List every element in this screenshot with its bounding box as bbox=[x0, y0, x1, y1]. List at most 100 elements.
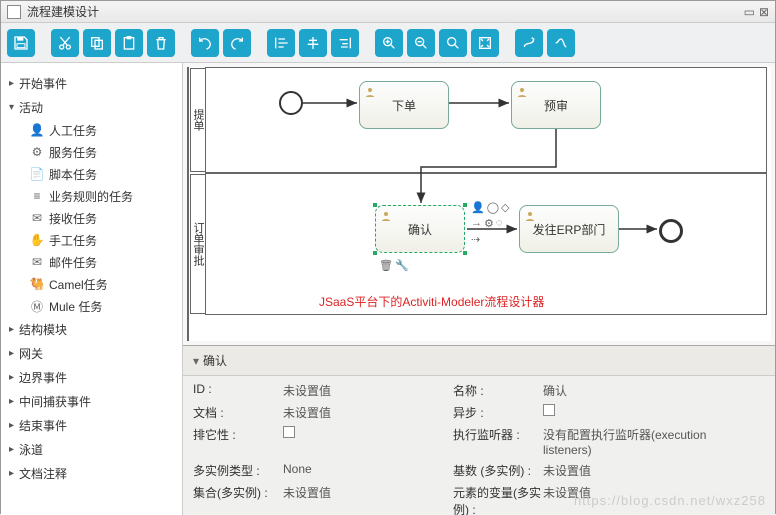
mail-icon: ✉ bbox=[29, 211, 45, 225]
save-button[interactable] bbox=[7, 29, 35, 57]
item-rule-task[interactable]: ≡业务规则的任务 bbox=[1, 185, 182, 207]
hand-icon: ✋ bbox=[29, 233, 45, 247]
group-catching[interactable]: ▸中间捕获事件 bbox=[1, 389, 182, 413]
prop-label: 文档 : bbox=[193, 404, 283, 421]
mail-icon: ✉ bbox=[29, 255, 45, 269]
user-icon: 👤 bbox=[29, 123, 45, 137]
lane-label-2: 订单审批 bbox=[190, 174, 206, 314]
prop-label: 基数 (多实例) : bbox=[453, 462, 543, 479]
dashed-arrow-icon: ⇢ bbox=[471, 233, 480, 246]
zoom-fit-button[interactable] bbox=[471, 29, 499, 57]
undo-button[interactable] bbox=[191, 29, 219, 57]
item-script-task[interactable]: 📄脚本任务 bbox=[1, 163, 182, 185]
paste-button[interactable] bbox=[115, 29, 143, 57]
diamond-icon: ◇ bbox=[501, 201, 509, 214]
title-bar: 流程建模设计 ▭ ⊠ bbox=[1, 1, 775, 23]
prop-label: 元素的变量(多实例) : bbox=[453, 484, 543, 515]
prop-label: 异步 : bbox=[453, 404, 543, 421]
script-icon: 📄 bbox=[29, 167, 45, 181]
zoom-actual-button[interactable] bbox=[439, 29, 467, 57]
palette-sidebar: ▸开始事件 ▾活动 👤人工任务 ⚙服务任务 📄脚本任务 ≡业务规则的任务 ✉接收… bbox=[1, 63, 183, 515]
properties-title: ▾确认 bbox=[183, 346, 775, 376]
end-event[interactable] bbox=[659, 219, 683, 243]
user-icon bbox=[380, 210, 392, 222]
connect-button[interactable] bbox=[515, 29, 543, 57]
rule-icon: ≡ bbox=[29, 189, 45, 203]
item-camel-task[interactable]: 🐫Camel任务 bbox=[1, 273, 182, 295]
prop-value[interactable]: 没有配置执行监听器(execution listeners) bbox=[543, 426, 713, 457]
prop-value[interactable]: 未设置值 bbox=[543, 462, 713, 479]
item-mule-task[interactable]: ⓂMule 任务 bbox=[1, 295, 182, 317]
minimize-icon[interactable]: ▭ bbox=[744, 5, 755, 19]
align-right-button[interactable] bbox=[331, 29, 359, 57]
gear-icon: ⚙ bbox=[29, 145, 45, 159]
start-event[interactable] bbox=[279, 91, 303, 115]
delete-button[interactable] bbox=[147, 29, 175, 57]
cut-button[interactable] bbox=[51, 29, 79, 57]
gear-icon: ⚙ bbox=[484, 217, 494, 230]
bpmn-canvas[interactable]: 提单 订单审批 下单 预审 确认 👤◯◇ →⚙◌ ⇢ 🗑🔧 发往ERP部门 bbox=[187, 67, 771, 341]
context-pad[interactable]: 👤◯◇ bbox=[471, 201, 509, 214]
wrench-icon: 🔧 bbox=[395, 259, 409, 272]
context-pad-bottom[interactable]: 🗑🔧 bbox=[379, 259, 409, 272]
arrow-icon: → bbox=[471, 217, 482, 230]
context-pad-2[interactable]: →⚙◌ bbox=[471, 217, 502, 230]
item-receive-task[interactable]: ✉接收任务 bbox=[1, 207, 182, 229]
window-title: 流程建模设计 bbox=[27, 3, 99, 20]
group-structural[interactable]: ▸结构模块 bbox=[1, 317, 182, 341]
checkbox bbox=[283, 426, 295, 438]
camel-icon: 🐫 bbox=[29, 277, 45, 291]
group-end[interactable]: ▸结束事件 bbox=[1, 413, 182, 437]
caption-text: JSaaS平台下的Activiti-Modeler流程设计器 bbox=[319, 293, 544, 310]
item-user-task[interactable]: 👤人工任务 bbox=[1, 119, 182, 141]
prop-value[interactable] bbox=[543, 404, 713, 421]
task-confirm[interactable]: 确认 bbox=[375, 205, 465, 253]
app-icon bbox=[7, 5, 21, 19]
close-icon[interactable]: ⊠ bbox=[759, 5, 769, 19]
prop-label: 多实例类型 : bbox=[193, 462, 283, 479]
prop-label: 集合(多实例) : bbox=[193, 484, 283, 515]
task-place-order[interactable]: 下单 bbox=[359, 81, 449, 129]
group-activities[interactable]: ▾活动 bbox=[1, 95, 182, 119]
item-manual-task[interactable]: ✋手工任务 bbox=[1, 229, 182, 251]
prop-label: ID : bbox=[193, 382, 283, 399]
align-left-button[interactable] bbox=[267, 29, 295, 57]
prop-label: 执行监听器 : bbox=[453, 426, 543, 457]
redo-button[interactable] bbox=[223, 29, 251, 57]
prop-value[interactable] bbox=[283, 426, 453, 457]
dashed-circle-icon: ◌ bbox=[496, 217, 503, 230]
prop-value[interactable]: None bbox=[283, 462, 453, 479]
zoom-out-button[interactable] bbox=[407, 29, 435, 57]
user-icon bbox=[524, 210, 536, 222]
trash-icon: 🗑 bbox=[379, 259, 393, 272]
prop-label: 排它性 : bbox=[193, 426, 283, 457]
circle-icon: ◯ bbox=[487, 201, 499, 214]
prop-value[interactable]: 未设置值 bbox=[283, 404, 453, 421]
zoom-in-button[interactable] bbox=[375, 29, 403, 57]
morph-button[interactable] bbox=[547, 29, 575, 57]
user-icon bbox=[516, 86, 528, 98]
copy-button[interactable] bbox=[83, 29, 111, 57]
prop-value[interactable]: 未设置值 bbox=[283, 382, 453, 399]
user-icon bbox=[364, 86, 376, 98]
prop-label: 名称 : bbox=[453, 382, 543, 399]
toolbar bbox=[1, 23, 775, 63]
item-service-task[interactable]: ⚙服务任务 bbox=[1, 141, 182, 163]
align-center-button[interactable] bbox=[299, 29, 327, 57]
task-send-erp[interactable]: 发往ERP部门 bbox=[519, 205, 619, 253]
group-swimlane[interactable]: ▸泳道 bbox=[1, 437, 182, 461]
task-preview[interactable]: 预审 bbox=[511, 81, 601, 129]
user-icon: 👤 bbox=[471, 201, 485, 214]
group-start-events[interactable]: ▸开始事件 bbox=[1, 71, 182, 95]
group-annotation[interactable]: ▸文档注释 bbox=[1, 461, 182, 485]
context-pad-3[interactable]: ⇢ bbox=[471, 233, 480, 246]
checkbox bbox=[543, 404, 555, 416]
prop-value[interactable]: 确认 bbox=[543, 382, 713, 399]
prop-value[interactable]: 未设置值 bbox=[283, 484, 453, 515]
mule-icon: Ⓜ bbox=[29, 298, 45, 315]
lane-label-1: 提单 bbox=[190, 68, 206, 172]
prop-value[interactable]: 未设置值 bbox=[543, 484, 713, 515]
item-mail-task[interactable]: ✉邮件任务 bbox=[1, 251, 182, 273]
group-boundary[interactable]: ▸边界事件 bbox=[1, 365, 182, 389]
group-gateways[interactable]: ▸网关 bbox=[1, 341, 182, 365]
